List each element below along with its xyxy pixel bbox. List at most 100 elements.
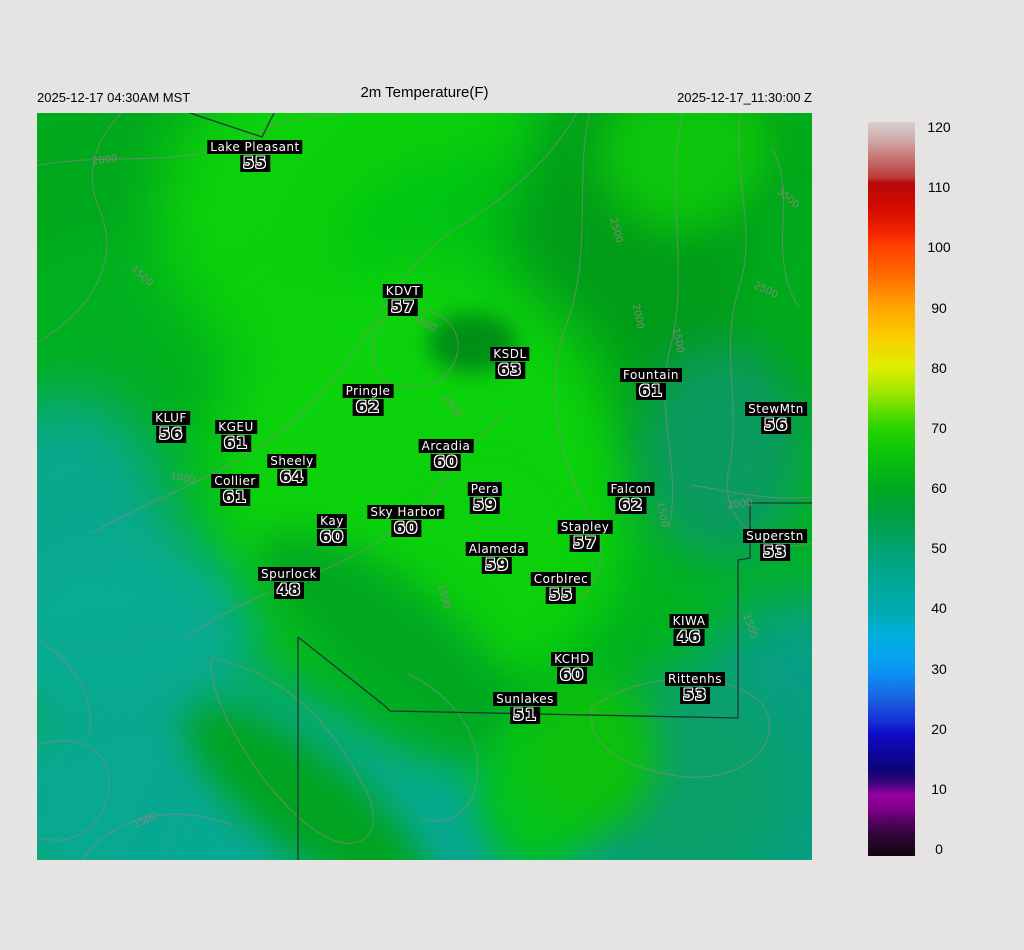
- station-stapley: Stapley 57: [557, 518, 613, 552]
- station-name: Alameda: [465, 542, 529, 556]
- station-pera: Pera 59: [467, 480, 503, 514]
- station-value-row: 57: [558, 535, 613, 552]
- station-falcon: Falcon 62: [607, 480, 655, 514]
- colorbar-tick-50: 50: [931, 540, 947, 557]
- station-temperature-value: 51: [509, 707, 541, 724]
- colorbar-tick-20: 20: [931, 720, 947, 737]
- station-name: Sheely: [267, 454, 317, 468]
- station-name: Kay: [317, 514, 347, 528]
- station-temperature-value: 55: [239, 155, 271, 172]
- station-temperature-value: 61: [220, 435, 252, 452]
- station-temperature-value: 56: [155, 426, 187, 443]
- station-value-row: 60: [551, 667, 593, 684]
- station-value-row: 60: [419, 454, 474, 471]
- station-temperature-value: 62: [615, 497, 647, 514]
- station-collier: Collier 61: [211, 472, 259, 506]
- station-value-row: 56: [745, 417, 807, 434]
- station-superstn: Superstn 53: [743, 527, 807, 561]
- station-value-row: 63: [490, 362, 529, 379]
- station-temperature-value: 48: [273, 582, 305, 599]
- station-name: CorbIrec: [530, 572, 592, 586]
- station-temperature-value: 59: [469, 497, 501, 514]
- station-alameda: Alameda 59: [465, 540, 529, 574]
- colorbar-tick-0: 0: [935, 841, 943, 857]
- station-value-row: 53: [743, 544, 807, 561]
- station-name: Rittenhs: [665, 672, 725, 686]
- station-value-row: 57: [383, 299, 423, 316]
- station-name: KGEU: [215, 420, 257, 434]
- station-kdvt: KDVT 57: [382, 282, 424, 316]
- station-sunlakes: Sunlakes 51: [493, 690, 557, 724]
- station-value-row: 51: [493, 707, 557, 724]
- station-name: KSDL: [490, 347, 530, 361]
- station-kay: Kay 60: [316, 512, 348, 546]
- station-value-row: 55: [207, 155, 302, 172]
- station-temperature-value: 60: [430, 454, 462, 471]
- station-name: KIWA: [669, 614, 709, 628]
- station-temperature-value: 53: [759, 544, 791, 561]
- station-temperature-value: 53: [679, 687, 711, 704]
- station-temperature-value: 64: [276, 469, 308, 486]
- station-stewmtn: StewMtn 56: [745, 400, 807, 434]
- colorbar-tick-120: 120: [927, 119, 951, 135]
- station-name: Pera: [467, 482, 503, 496]
- station-value-row: 56: [152, 426, 190, 443]
- station-value-row: 46: [670, 629, 709, 646]
- station-name: Pringle: [342, 384, 394, 398]
- station-sky-harbor: Sky Harbor 60: [367, 503, 445, 537]
- station-temperature-value: 63: [494, 362, 526, 379]
- station-name: Fountain: [619, 368, 683, 382]
- station-name: Sky Harbor: [367, 505, 445, 519]
- station-value-row: 60: [367, 520, 444, 537]
- station-value-row: 61: [211, 489, 259, 506]
- station-temperature-value: 61: [219, 489, 251, 506]
- station-temperature-value: 62: [352, 399, 384, 416]
- station-value-row: 48: [258, 582, 320, 599]
- station-name: Falcon: [607, 482, 655, 496]
- station-temperature-value: 60: [556, 667, 588, 684]
- station-value-row: 55: [531, 587, 591, 604]
- colorbar-tick-80: 80: [931, 359, 947, 376]
- temperature-map: 2000 1500 1000 1500 1500 2500 3500 2000 1500 2500…: [37, 113, 812, 860]
- station-layer: Lake Pleasant 55 KDVT 57 KSDL 63 Fountain 61 Ste…: [37, 113, 812, 860]
- station-temperature-value: 61: [635, 383, 667, 400]
- station-value-row: 64: [267, 469, 316, 486]
- station-kchd: KCHD 60: [551, 650, 593, 684]
- station-temperature-value: 56: [760, 417, 792, 434]
- station-sheely: Sheely 64: [267, 452, 317, 486]
- station-ksdl: KSDL 63: [490, 345, 530, 379]
- station-name: Stapley: [557, 520, 613, 534]
- station-value-row: 61: [215, 435, 257, 452]
- colorbar-tick-100: 100: [927, 239, 951, 256]
- station-temperature-value: 46: [673, 629, 705, 646]
- station-value-row: 59: [466, 557, 528, 574]
- colorbar-tick-40: 40: [931, 600, 947, 617]
- station-name: Collier: [211, 474, 259, 488]
- station-kgeu: KGEU 61: [215, 418, 257, 452]
- station-spurlock: Spurlock 48: [258, 565, 320, 599]
- station-name: Spurlock: [258, 567, 320, 581]
- station-name: Arcadia: [418, 439, 474, 453]
- colorbar-tick-10: 10: [931, 780, 947, 797]
- weather-map-page: 2025-12-17 04:30AM MST 2m Temperature(F)…: [0, 0, 1024, 950]
- station-fountain: Fountain 61: [619, 366, 683, 400]
- station-name: Sunlakes: [493, 692, 557, 706]
- station-name: KCHD: [551, 652, 593, 666]
- station-name: Lake Pleasant: [207, 140, 303, 154]
- station-name: KLUF: [152, 411, 190, 425]
- station-name: KDVT: [382, 284, 424, 298]
- station-temperature-value: 57: [569, 535, 601, 552]
- station-value-row: 59: [468, 497, 502, 514]
- colorbar-tick-110: 110: [927, 179, 951, 196]
- station-pringle: Pringle 62: [342, 382, 394, 416]
- station-temperature-value: 60: [316, 529, 348, 546]
- station-value-row: 53: [665, 687, 725, 704]
- station-value-row: 62: [343, 399, 394, 416]
- station-arcadia: Arcadia 60: [418, 437, 474, 471]
- station-lake-pleasant: Lake Pleasant 55: [207, 138, 303, 172]
- station-name: StewMtn: [745, 402, 807, 416]
- station-temperature-value: 59: [481, 557, 513, 574]
- station-temperature-value: 57: [387, 299, 419, 316]
- colorbar-tick-30: 30: [931, 660, 947, 677]
- colorbar-tick-90: 90: [931, 299, 947, 316]
